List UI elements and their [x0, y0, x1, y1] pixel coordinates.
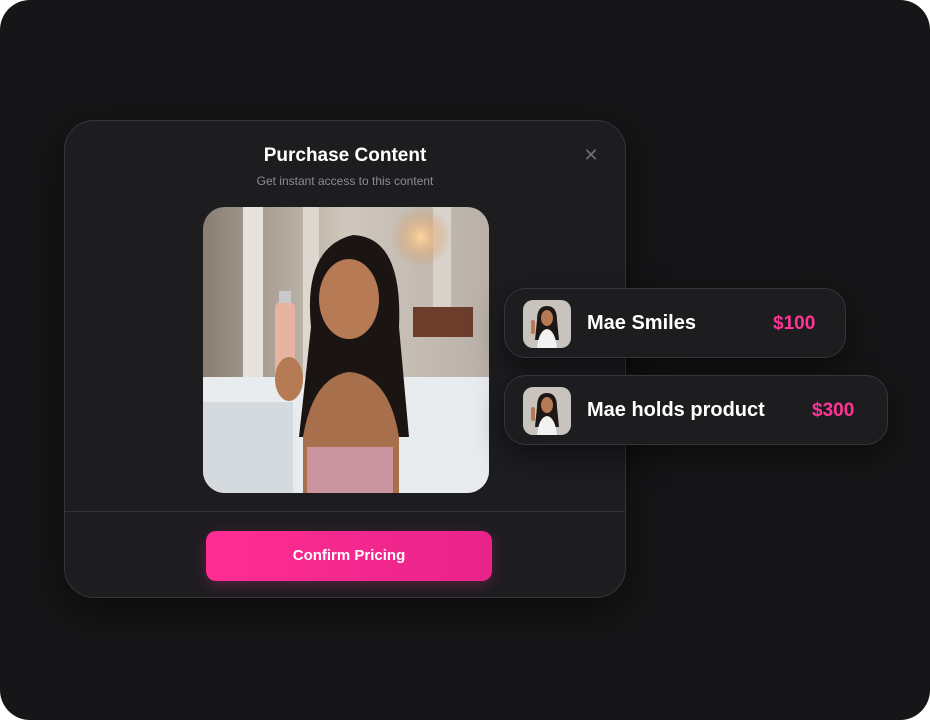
modal-title: Purchase Content	[263, 145, 427, 166]
item-price: $300	[812, 400, 855, 421]
confirm-pricing-button[interactable]: Confirm Pricing	[206, 531, 492, 581]
item-thumbnail	[523, 387, 571, 435]
purchase-modal: Purchase Content Get instant access to t…	[64, 120, 626, 598]
item-price: $100	[773, 313, 816, 334]
modal-divider	[65, 511, 625, 512]
close-icon[interactable]: ✕	[579, 143, 603, 167]
item-thumbnail	[523, 300, 571, 348]
app-frame: Purchase Content Get instant access to t…	[0, 0, 930, 720]
item-name: Mae Smiles	[587, 312, 696, 334]
item-name: Mae holds product	[587, 399, 765, 421]
content-item-card[interactable]: Mae Smiles $100	[504, 288, 846, 358]
modal-subtitle: Get instant access to this content	[256, 174, 434, 188]
content-preview-image	[203, 207, 489, 493]
content-item-card[interactable]: Mae holds product $300	[504, 375, 888, 445]
